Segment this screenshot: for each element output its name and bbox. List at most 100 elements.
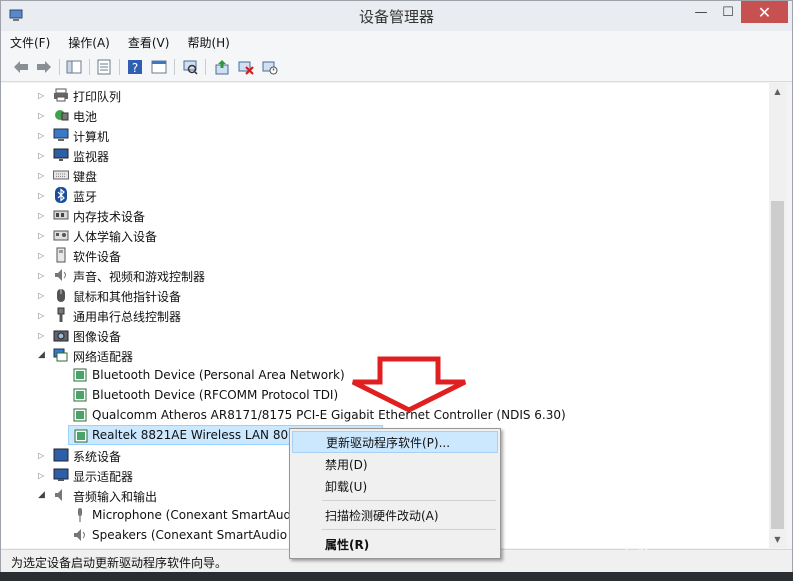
expand-arrow-icon[interactable]: ▷	[38, 265, 46, 285]
desktop-background-strip	[0, 572, 793, 581]
tree-item-label: 电池	[73, 110, 98, 124]
keyboard-icon	[53, 167, 69, 183]
hid-icon	[53, 227, 69, 243]
close-button[interactable]: ✕	[741, 1, 788, 23]
expand-arrow-icon[interactable]: ▷	[38, 85, 46, 105]
tree-item-label: 打印队列	[73, 90, 122, 104]
tree-item-keyboard[interactable]: ▷ 键盘	[1, 165, 769, 185]
forward-arrow-icon[interactable]	[35, 58, 53, 76]
view-list-icon[interactable]	[150, 58, 168, 76]
expand-arrow-icon[interactable]: ▷	[38, 125, 46, 145]
menu-scan-hardware[interactable]: 扫描检测硬件改动(A)	[292, 504, 498, 526]
back-arrow-icon[interactable]	[12, 58, 30, 76]
menu-uninstall[interactable]: 卸载(U)	[292, 475, 498, 497]
scan-hardware-icon[interactable]	[181, 58, 199, 76]
usb-icon	[53, 307, 69, 323]
tree-item-label: 音频输入和输出	[73, 490, 158, 504]
tree-item-label: 软件设备	[73, 250, 122, 264]
tree-item-hid[interactable]: ▷ 人体学输入设备	[1, 225, 769, 245]
scroll-down-arrow-icon[interactable]: ▼	[769, 531, 786, 548]
tree-item-battery[interactable]: ▷ 电池	[1, 105, 769, 125]
network-adapter-icon	[72, 367, 88, 383]
tree-item-monitor[interactable]: ▷ 监视器	[1, 145, 769, 165]
tree-item-print-queue[interactable]: ▷ 打印队列	[1, 85, 769, 105]
menu-separator	[322, 500, 496, 501]
expand-arrow-icon[interactable]: ▷	[38, 145, 46, 165]
collapse-arrow-icon[interactable]: ◢	[38, 345, 46, 365]
scroll-thumb[interactable]	[771, 201, 784, 529]
network-adapter-icon	[53, 347, 69, 363]
sound-icon	[53, 267, 69, 283]
baidu-watermark-url: jingyan.baidu.com	[626, 540, 719, 551]
tree-item-usb-controllers[interactable]: ▷ 通用串行总线控制器	[1, 305, 769, 325]
bluetooth-icon	[53, 187, 69, 203]
expand-arrow-icon[interactable]: ▷	[38, 285, 46, 305]
expand-arrow-icon[interactable]: ▷	[38, 325, 46, 345]
speaker-icon	[72, 527, 88, 543]
uninstall-device-icon[interactable]	[237, 58, 255, 76]
red-down-arrow-annotation	[351, 356, 467, 413]
tree-item-label: 网络适配器	[73, 350, 134, 364]
tree-item-software-devices[interactable]: ▷ 软件设备	[1, 245, 769, 265]
tree-item-label: 通用串行总线控制器	[73, 310, 182, 324]
toolbar: ?	[1, 53, 792, 82]
scroll-up-arrow-icon[interactable]: ▲	[769, 83, 786, 100]
show-hide-console-tree-icon[interactable]	[65, 58, 83, 76]
tree-item-label: 图像设备	[73, 330, 122, 344]
tree-item-label: 计算机	[73, 130, 110, 144]
microphone-icon	[72, 507, 88, 523]
menu-view[interactable]: 查看(V)	[119, 31, 179, 53]
computer-icon	[53, 127, 69, 143]
tree-item-label: 键盘	[73, 170, 98, 184]
tree-item-bluetooth[interactable]: ▷ 蓝牙	[1, 185, 769, 205]
title-bar[interactable]: 设备管理器 — ☐ ✕	[1, 1, 792, 31]
update-driver-icon[interactable]	[213, 58, 231, 76]
tree-item-label: Realtek 8821AE Wireless LAN 802.	[92, 428, 300, 442]
printer-icon	[53, 87, 69, 103]
tree-item-label: 显示适配器	[73, 470, 134, 484]
properties-sheet-icon[interactable]	[95, 58, 113, 76]
tree-item-mice[interactable]: ▷ 鼠标和其他指针设备	[1, 285, 769, 305]
expand-arrow-icon[interactable]: ▷	[38, 305, 46, 325]
mouse-icon	[53, 287, 69, 303]
enable-device-icon[interactable]	[261, 58, 279, 76]
tree-item-memory-technology[interactable]: ▷ 内存技术设备	[1, 205, 769, 225]
expand-arrow-icon[interactable]: ▷	[38, 185, 46, 205]
expand-arrow-icon[interactable]: ▷	[38, 465, 46, 485]
tree-item-computer[interactable]: ▷ 计算机	[1, 125, 769, 145]
tree-item-imaging-devices[interactable]: ▷ 图像设备	[1, 325, 769, 345]
svg-text:?: ?	[132, 61, 138, 75]
tree-item-label: 系统设备	[73, 450, 122, 464]
software-device-icon	[53, 247, 69, 263]
tree-item-label: Qualcomm Atheros AR8171/8175 PCI-E Gigab…	[92, 408, 566, 422]
expand-arrow-icon[interactable]: ▷	[38, 165, 46, 185]
expand-arrow-icon[interactable]: ▷	[38, 105, 46, 125]
menu-disable[interactable]: 禁用(D)	[292, 453, 498, 475]
network-adapter-icon	[72, 387, 88, 403]
menu-help[interactable]: 帮助(H)	[178, 31, 238, 53]
status-text: 为选定设备启动更新驱动程序软件向导。	[11, 556, 228, 570]
menu-action[interactable]: 操作(A)	[59, 31, 119, 53]
tree-item-label: 蓝牙	[73, 190, 98, 204]
tree-item-sound-video-game[interactable]: ▷ 声音、视频和游戏控制器	[1, 265, 769, 285]
window-title: 设备管理器	[358, 8, 434, 26]
collapse-arrow-icon[interactable]: ◢	[38, 485, 46, 505]
expand-arrow-icon[interactable]: ▷	[38, 445, 46, 465]
menu-properties[interactable]: 属性(R)	[292, 533, 498, 555]
expand-arrow-icon[interactable]: ▷	[38, 225, 46, 245]
maximize-button[interactable]: ☐	[715, 1, 741, 23]
tree-item-label: 内存技术设备	[73, 210, 146, 224]
network-adapter-icon	[72, 407, 88, 423]
system-device-icon	[53, 447, 69, 463]
expand-arrow-icon[interactable]: ▷	[38, 245, 46, 265]
display-adapter-icon	[53, 467, 69, 483]
tree-item-label: Speakers (Conexant SmartAudio H	[92, 528, 300, 542]
menu-file[interactable]: 文件(F)	[1, 31, 59, 53]
expand-arrow-icon[interactable]: ▷	[38, 205, 46, 225]
vertical-scrollbar[interactable]: ▲ ▼	[769, 83, 786, 548]
menu-update-driver[interactable]: 更新驱动程序软件(P)...	[292, 431, 498, 453]
minimize-button[interactable]: —	[687, 1, 715, 23]
memory-icon	[53, 207, 69, 223]
network-adapter-icon	[73, 428, 89, 444]
help-icon[interactable]: ?	[126, 58, 144, 76]
